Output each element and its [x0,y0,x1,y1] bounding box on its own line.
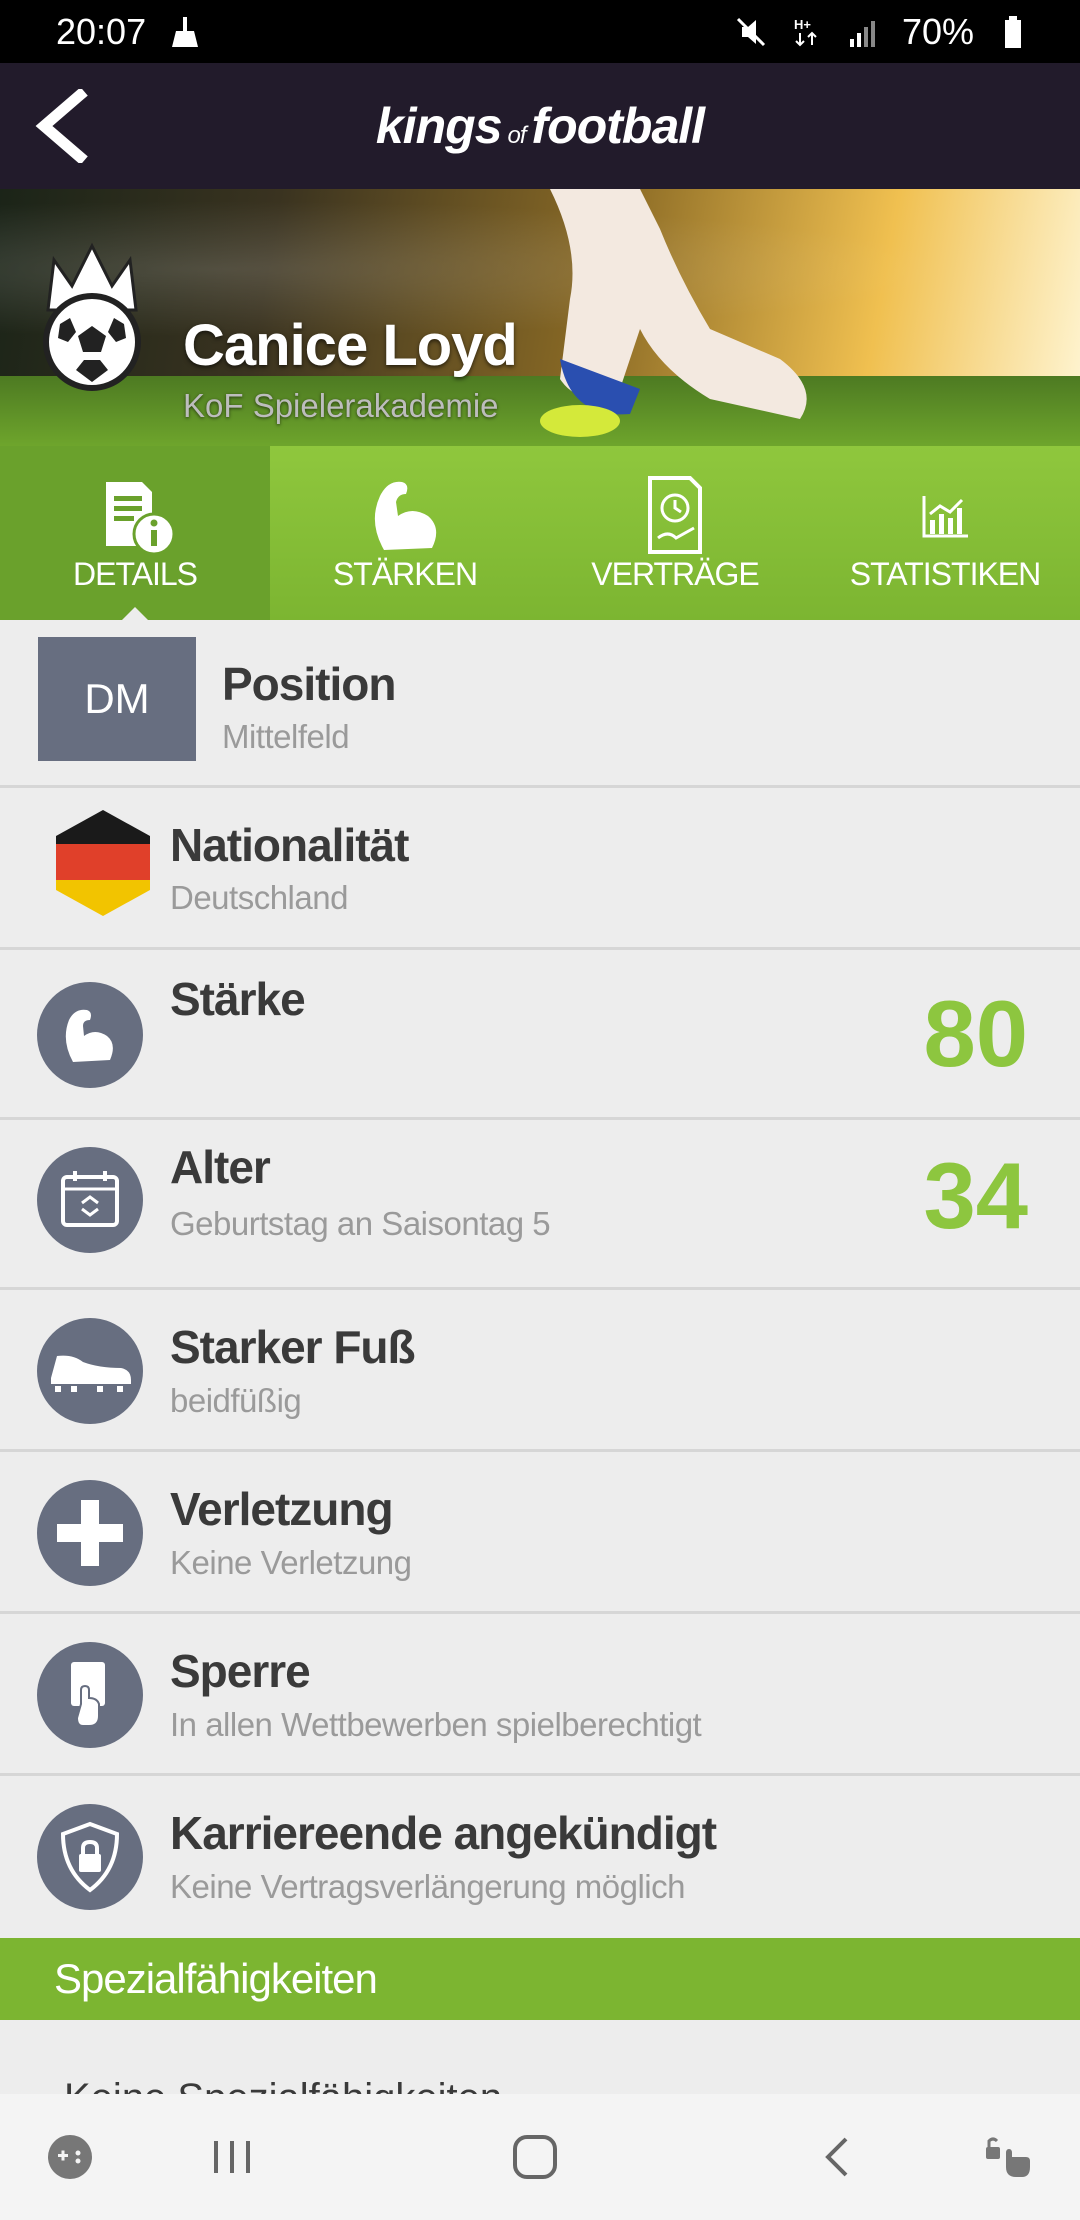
row-title: Nationalität [170,819,409,871]
tab-label: STÄRKEN [332,556,478,592]
player-hero-banner [0,189,1080,446]
detail-row-nationality: Nationalität Deutschland [0,788,1080,950]
tab-details[interactable]: DETAILS [0,446,270,621]
svg-text:H+: H+ [794,17,811,32]
row-title: Verletzung [170,1483,394,1535]
row-subtitle: Geburtstag an Saisontag 5 [170,1205,551,1242]
active-tab-indicator [121,607,149,621]
status-bar: 20:07 H+ 70% [0,0,1080,63]
accessibility-icon[interactable] [978,2127,1038,2187]
recents-icon[interactable] [202,2127,262,2187]
tab-label: DETAILS [73,556,198,592]
tab-label: STATISTIKEN [849,556,1042,592]
tab-staerken[interactable]: STÄRKEN [270,446,540,620]
player-name: Canice Loyd [183,313,518,378]
special-abilities-list: Keine Spezialfähigkeiten [0,2020,1080,2094]
detail-row-career-end: Karriereende angekündigt Keine Vertragsv… [0,1776,1080,1938]
bar-chart-icon [922,496,968,538]
row-subtitle: Mittelfeld [222,718,350,755]
detail-row-age: Alter Geburtstag an Saisontag 5 34 [0,1120,1080,1290]
back-icon[interactable] [808,2127,868,2187]
document-info-icon [106,482,176,556]
app-logo: kings of football [375,98,705,154]
tab-statistiken[interactable]: STATISTIKEN [810,446,1080,620]
flexed-arm-icon [37,982,143,1088]
german-flag-icon [56,810,150,916]
row-title: Stärke [170,973,306,1025]
row-subtitle: Keine Vertragsverlängerung möglich [170,1868,685,1905]
section-title: Spezialfähigkeiten [54,1955,378,2002]
detail-row-injury: Verletzung Keine Verletzung [0,1452,1080,1614]
detail-row-strength: Stärke 80 [0,950,1080,1120]
row-title: Starker Fuß [170,1321,416,1373]
cleaner-icon [172,16,199,47]
row-title: Alter [170,1141,271,1193]
tab-label: VERTRÄGE [591,556,759,592]
position-badge: DM [38,637,196,761]
contract-clock-icon [648,476,702,554]
strength-value: 80 [923,981,1028,1086]
battery-percent: 70% [901,10,974,52]
row-title: Position [222,658,396,710]
row-title: Karriereende angekündigt [170,1807,717,1859]
signal-icon [849,20,875,47]
referee-card-icon [37,1642,143,1748]
calendar-icon [37,1147,143,1253]
age-value: 34 [923,1143,1028,1248]
battery-icon [1005,15,1021,48]
status-time: 20:07 [56,10,147,52]
detail-row-strong-foot: Starker Fuß beidfüßig [0,1290,1080,1452]
club-crown-ball-icon [43,242,141,391]
app-header: kings of football [0,63,1080,189]
tab-bar: DETAILS STÄRKEN VERTRÄGE STATISTIKEN [0,446,1080,621]
tab-vertraege[interactable]: VERTRÄGE [540,446,810,620]
home-icon[interactable] [505,2127,565,2187]
hplus-data-icon: H+ [794,17,817,46]
special-abilities-header: Spezialfähigkeiten [0,1938,1080,2020]
football-boot-icon [37,1318,143,1424]
row-subtitle: Keine Verletzung [170,1544,412,1581]
player-club: KoF Spielerakademie [183,387,499,424]
row-subtitle: In allen Wettbewerben spielberechtigt [170,1706,702,1743]
detail-row-suspension: Sperre In allen Wettbewerben spielberech… [0,1614,1080,1776]
detail-row-position: DM Position Mittelfeld [0,620,1080,788]
system-nav-bar [0,2094,1080,2220]
row-subtitle: beidfüßig [170,1382,302,1419]
row-title: Sperre [170,1645,311,1697]
game-launcher-icon[interactable] [40,2127,100,2187]
flexed-arm-icon [374,481,437,550]
mute-icon [736,17,765,46]
shield-lock-icon [37,1804,143,1910]
plus-cross-icon [37,1480,143,1586]
row-subtitle: Deutschland [170,879,348,916]
special-abilities-empty: Keine Spezialfähigkeiten [64,2076,502,2094]
